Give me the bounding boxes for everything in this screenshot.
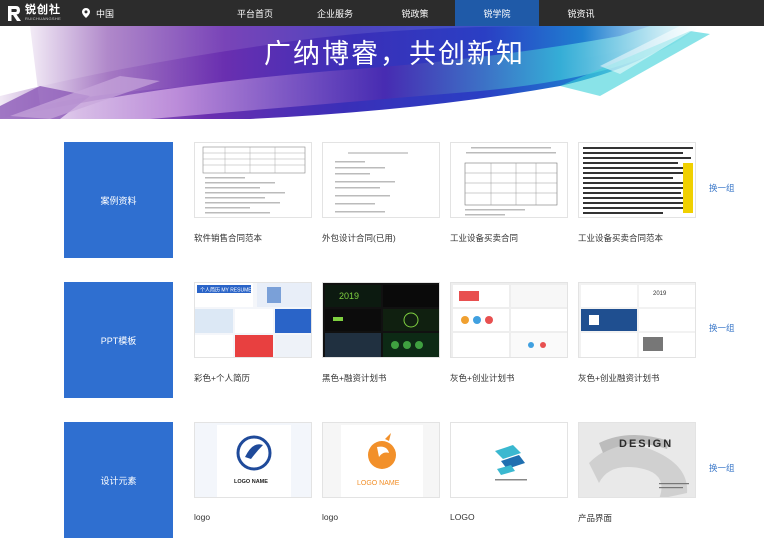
hero-banner: 广纳博睿，共创新知 bbox=[0, 26, 764, 119]
top-nav-bar: 锐创社 RUICHUANGSHE 中国 平台首页 企业服务 锐政策 锐学院 锐资… bbox=[0, 0, 764, 26]
logo-subtitle: RUICHUANGSHE bbox=[25, 16, 62, 21]
card-caption[interactable]: logo bbox=[322, 512, 440, 522]
category-tile[interactable]: 案例资料 bbox=[64, 142, 173, 258]
section-case-materials: 案例资料 软件销售合同范本 外包设计合同(已用) 工业设备买卖合同 工业设备买卖… bbox=[64, 142, 744, 258]
card-caption[interactable]: 产品界面 bbox=[578, 512, 696, 524]
card-caption[interactable]: 工业设备买卖合同范本 bbox=[578, 232, 696, 244]
ppt-thumbnail[interactable]: 个人简历 MY RESUME bbox=[194, 282, 312, 358]
resource-card[interactable]: 2019 黑色+融资计划书 bbox=[322, 282, 440, 384]
resource-card[interactable]: 工业设备买卖合同 bbox=[450, 142, 568, 244]
nav-item-news[interactable]: 锐资讯 bbox=[539, 0, 623, 26]
card-caption[interactable]: 软件销售合同范本 bbox=[194, 232, 312, 244]
main-nav: 平台首页 企业服务 锐政策 锐学院 锐资讯 bbox=[215, 0, 623, 26]
ppt-thumbnail[interactable]: 2019 bbox=[322, 282, 440, 358]
card-caption[interactable]: 灰色+创业计划书 bbox=[450, 372, 568, 384]
thumb-text: DESIGN bbox=[619, 438, 673, 450]
logo-thumbnail[interactable] bbox=[450, 422, 568, 498]
card-caption[interactable]: LOGO bbox=[450, 512, 568, 522]
page: 锐创社 RUICHUANGSHE 中国 平台首页 企业服务 锐政策 锐学院 锐资… bbox=[0, 0, 764, 544]
category-tile[interactable]: 设计元素 bbox=[64, 422, 173, 538]
thumb-text: LOGO NAME bbox=[234, 479, 268, 485]
section-ppt-templates: PPT模板 个人简历 MY RESUME 彩色+个人简历 2019 黑色+融资计… bbox=[64, 282, 744, 398]
section-design-elements: 设计元素 LOGO NAME logo LOGO NAME logo LOGO … bbox=[64, 422, 744, 538]
document-thumbnail[interactable] bbox=[194, 142, 312, 218]
resource-card[interactable]: LOGO NAME logo bbox=[322, 422, 440, 522]
ppt-thumbnail[interactable]: 2019 bbox=[578, 282, 696, 358]
resource-card[interactable]: 灰色+创业计划书 bbox=[450, 282, 568, 384]
document-thumbnail[interactable] bbox=[322, 142, 440, 218]
nav-item-enterprise-services[interactable]: 企业服务 bbox=[295, 0, 375, 26]
resource-card[interactable]: DESIGN 产品界面 bbox=[578, 422, 696, 524]
logo-thumbnail[interactable]: LOGO NAME bbox=[322, 422, 440, 498]
resource-card[interactable]: 个人简历 MY RESUME 彩色+个人简历 bbox=[194, 282, 312, 384]
card-caption[interactable]: 工业设备买卖合同 bbox=[450, 232, 568, 244]
resource-card[interactable]: LOGO bbox=[450, 422, 568, 522]
site-logo[interactable]: 锐创社 RUICHUANGSHE bbox=[6, 4, 61, 22]
resource-card[interactable]: 外包设计合同(已用) bbox=[322, 142, 440, 244]
logo-title: 锐创社 bbox=[25, 4, 61, 16]
r-logo-icon bbox=[8, 5, 21, 21]
card-caption[interactable]: 灰色+创业融资计划书 bbox=[578, 372, 696, 384]
thumb-text: 个人简历 MY RESUME bbox=[200, 287, 252, 294]
logo-thumbnail[interactable]: LOGO NAME bbox=[194, 422, 312, 498]
map-pin-icon bbox=[82, 8, 90, 18]
card-caption[interactable]: 外包设计合同(已用) bbox=[322, 232, 440, 244]
resource-card[interactable]: 2019 灰色+创业融资计划书 bbox=[578, 282, 696, 384]
resource-card[interactable]: 工业设备买卖合同范本 bbox=[578, 142, 696, 244]
resource-card[interactable]: 软件销售合同范本 bbox=[194, 142, 312, 244]
document-thumbnail[interactable] bbox=[578, 142, 696, 218]
location-label: 中国 bbox=[96, 8, 115, 19]
ppt-thumbnail[interactable] bbox=[450, 282, 568, 358]
card-caption[interactable]: 黑色+融资计划书 bbox=[322, 372, 440, 384]
location-selector[interactable]: 中国 bbox=[82, 0, 114, 26]
banner-title: 广纳博睿，共创新知 bbox=[264, 39, 525, 70]
thumb-text: 2019 bbox=[653, 291, 667, 297]
nav-item-policy[interactable]: 锐政策 bbox=[375, 0, 455, 26]
refresh-group-link[interactable]: 换一组 bbox=[709, 462, 735, 474]
resource-card[interactable]: LOGO NAME logo bbox=[194, 422, 312, 522]
nav-item-home[interactable]: 平台首页 bbox=[215, 0, 295, 26]
card-caption[interactable]: logo bbox=[194, 512, 312, 522]
card-caption[interactable]: 彩色+个人简历 bbox=[194, 372, 312, 384]
design-thumbnail[interactable]: DESIGN bbox=[578, 422, 696, 498]
nav-item-academy[interactable]: 锐学院 bbox=[455, 0, 539, 26]
thumb-text: 2019 bbox=[339, 291, 359, 301]
refresh-group-link[interactable]: 换一组 bbox=[709, 322, 735, 334]
refresh-group-link[interactable]: 换一组 bbox=[709, 182, 735, 194]
thumb-text: LOGO NAME bbox=[357, 480, 400, 487]
document-thumbnail[interactable] bbox=[450, 142, 568, 218]
category-tile[interactable]: PPT模板 bbox=[64, 282, 173, 398]
